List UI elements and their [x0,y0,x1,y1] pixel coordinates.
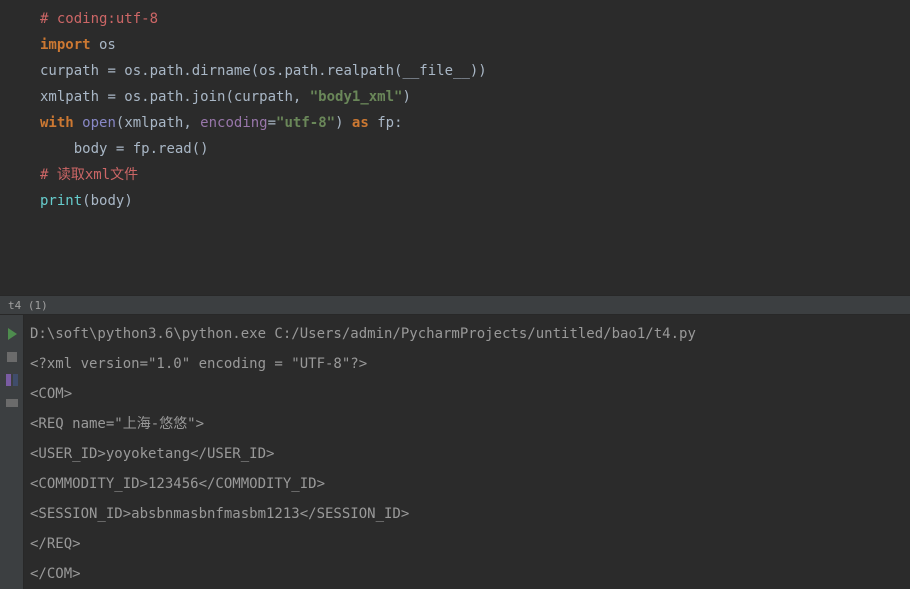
keyword-with: with [40,115,74,131]
paren: ( [82,193,90,209]
console-line: <?xml version="1.0" encoding = "UTF-8"?> [30,349,904,379]
string: "body1_xml" [310,89,403,105]
tab-label: t4 (1) [8,299,48,312]
builtin-print: print [40,193,82,209]
console-gutter [0,315,24,589]
console-line: <COM> [30,379,904,409]
paren: ) [124,193,132,209]
arg: xmlpath, [124,115,200,131]
code-line-4[interactable]: curpath = os.path.dirname(os.path.realpa… [0,58,910,84]
call: os.path.dirname(os.path.realpath(__file_… [116,63,487,79]
var-fp: fp: [369,115,403,131]
keyword-as: as [352,115,369,131]
console-line: <COMMODITY_ID>123456</COMMODITY_ID> [30,469,904,499]
layout-icon[interactable] [4,372,20,388]
module-name: os [91,37,116,53]
variable: xmlpath [40,89,107,105]
keyword-import: import [40,37,91,53]
stop-icon[interactable] [4,349,20,365]
code-editor[interactable]: # coding:utf-8 import os curpath = os.pa… [0,0,910,295]
code-line-10[interactable]: # 读取xml文件 [0,162,910,188]
comment: # 读取xml文件 [40,167,138,183]
console-line: <REQ name="上海-悠悠"> [30,409,904,439]
run-tab[interactable]: t4 (1) [0,296,56,314]
code-line-8[interactable]: body = fp.read() [0,136,910,162]
call: fp.read() [124,141,208,157]
space [74,115,82,131]
paren: ) [335,115,352,131]
operator: = [107,63,115,79]
operator: = [107,89,115,105]
equals: = [268,115,276,131]
rerun-icon[interactable] [4,326,20,342]
console-line: <SESSION_ID>absbnmasbnfmasbm1213</SESSIO… [30,499,904,529]
console-line: <USER_ID>yoyoketang</USER_ID> [30,439,904,469]
variable: curpath [40,63,107,79]
console-line: </REQ> [30,529,904,559]
kwarg-encoding: encoding [200,115,267,131]
call: os.path.join(curpath, [116,89,310,105]
arg: body [91,193,125,209]
code-line-7[interactable]: with open(xmlpath, encoding="utf-8") as … [0,110,910,136]
code-line-5[interactable]: xmlpath = os.path.join(curpath, "body1_x… [0,84,910,110]
code-line-11[interactable]: print(body) [0,188,910,214]
call: ) [402,89,410,105]
code-line-2[interactable]: import os [0,32,910,58]
code-line-1[interactable]: # coding:utf-8 [0,6,910,32]
builtin-open: open [82,115,116,131]
string: "utf-8" [276,115,335,131]
console-line: </COM> [30,559,904,589]
run-tab-bar: t4 (1) [0,295,910,315]
console-output[interactable]: D:\soft\python3.6\python.exe C:/Users/ad… [24,315,910,589]
pin-icon[interactable] [4,395,20,411]
variable: body [40,141,116,157]
comment: # coding:utf-8 [40,11,158,27]
console-pane: D:\soft\python3.6\python.exe C:/Users/ad… [0,315,910,589]
console-line: D:\soft\python3.6\python.exe C:/Users/ad… [30,319,904,349]
